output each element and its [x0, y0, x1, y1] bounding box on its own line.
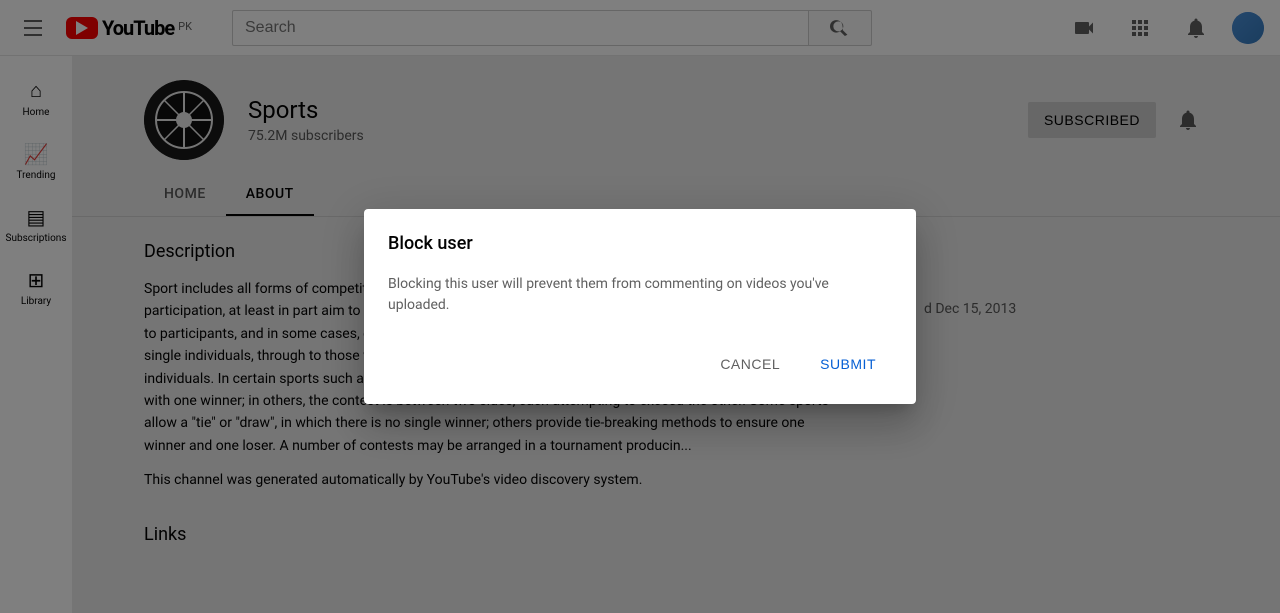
dialog-actions: CANCEL SUBMIT — [388, 348, 892, 380]
dialog-title: Block user — [388, 233, 892, 254]
dialog-overlay: Block user Blocking this user will preve… — [0, 0, 1280, 613]
block-user-dialog: Block user Blocking this user will preve… — [364, 209, 916, 404]
cancel-button[interactable]: CANCEL — [704, 348, 796, 380]
dialog-body: Blocking this user will prevent them fro… — [388, 274, 892, 316]
submit-button[interactable]: SUBMIT — [804, 348, 892, 380]
